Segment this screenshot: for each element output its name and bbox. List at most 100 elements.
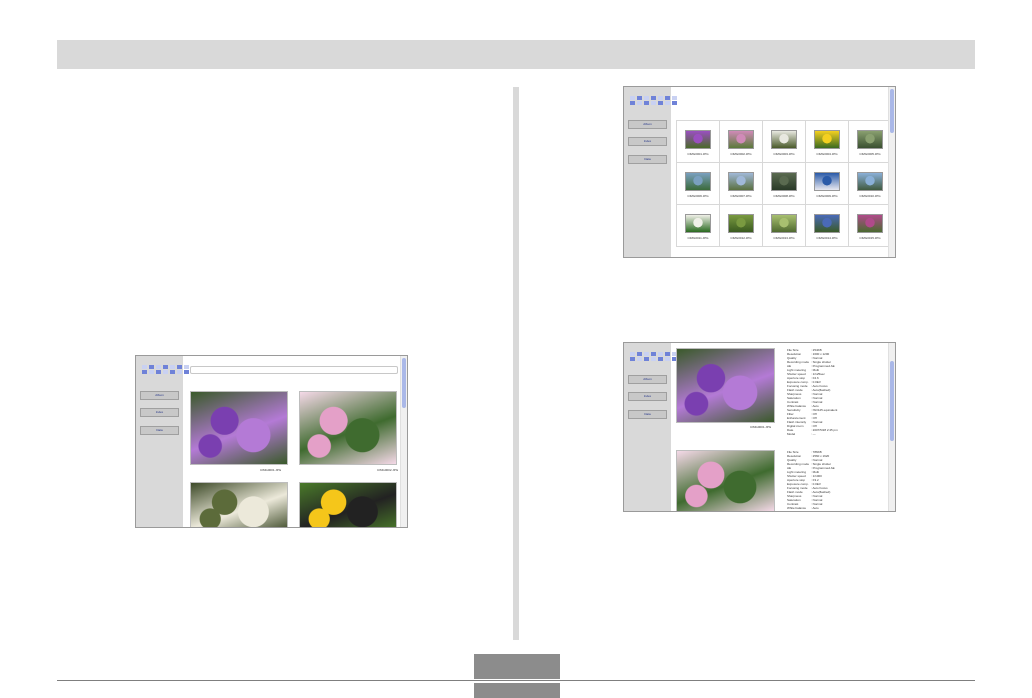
nav-album-button[interactable]: Album xyxy=(628,375,667,384)
photo[interactable] xyxy=(676,450,775,511)
thumbnail-image[interactable] xyxy=(771,172,797,191)
logo-square xyxy=(630,101,635,105)
photo[interactable] xyxy=(676,348,775,423)
logo-square xyxy=(644,352,649,356)
nav-album-button[interactable]: Album xyxy=(140,391,179,400)
thumbnail-cell[interactable]: CIMG0014.JPG xyxy=(806,205,849,247)
logo-square xyxy=(672,101,677,105)
thumbnail-image[interactable] xyxy=(814,130,840,149)
nav-index-button[interactable]: Index xyxy=(628,137,667,146)
photo[interactable] xyxy=(299,482,397,527)
thumbnail-image[interactable] xyxy=(728,130,754,149)
logo-square xyxy=(156,365,161,369)
metadata-value: : --- xyxy=(811,432,816,436)
logo-square xyxy=(658,357,663,361)
nav-data-button[interactable]: Data xyxy=(140,426,179,435)
photo-filename: CIMG0001.JPG xyxy=(260,468,282,472)
logo-square xyxy=(156,370,161,374)
logo-square xyxy=(665,357,670,361)
thumbnail-image[interactable] xyxy=(814,214,840,233)
thumbnail-filename: CIMG0006.JPG xyxy=(687,194,709,198)
thumbnail-cell[interactable]: CIMG0012.JPG xyxy=(720,205,763,247)
logo-square xyxy=(651,357,656,361)
thumbnail-cell[interactable]: CIMG0005.JPG xyxy=(849,121,892,163)
thumbnail-filename: CIMG0004.JPG xyxy=(816,152,838,156)
thumbnail-image[interactable] xyxy=(685,130,711,149)
thumbnail-image[interactable] xyxy=(771,130,797,149)
logo-square xyxy=(630,357,635,361)
thumbnail-filename: CIMG0001.JPG xyxy=(687,152,709,156)
logo-square xyxy=(149,365,154,369)
thumbnail-cell[interactable]: CIMG0013.JPG xyxy=(763,205,806,247)
thumbnail-cell[interactable]: CIMG0010.JPG xyxy=(849,163,892,205)
thumbnail-image[interactable] xyxy=(771,214,797,233)
nav-data-button[interactable]: Data xyxy=(628,155,667,164)
footer-rule xyxy=(57,680,975,681)
thumbnail-cell[interactable]: CIMG0011.JPG xyxy=(677,205,720,247)
thumbnail-cell[interactable]: CIMG0015.JPG xyxy=(849,205,892,247)
column-divider xyxy=(513,87,519,640)
scrollbar-thumb[interactable] xyxy=(890,361,894,441)
thumbnail-cell[interactable]: CIMG0007.JPG xyxy=(720,163,763,205)
photo[interactable] xyxy=(190,391,288,465)
thumbnail-image[interactable] xyxy=(728,172,754,191)
logo-square xyxy=(177,365,182,369)
thumbnail-filename: CIMG0010.JPG xyxy=(859,194,881,198)
thumbnail-cell[interactable]: CIMG0008.JPG xyxy=(763,163,806,205)
photo[interactable] xyxy=(190,482,288,527)
logo-square xyxy=(142,365,147,369)
logo-square xyxy=(170,370,175,374)
thumbnail-cell[interactable]: CIMG0006.JPG xyxy=(677,163,720,205)
thumbnail-image[interactable] xyxy=(857,130,883,149)
scrollbar-thumb[interactable] xyxy=(890,89,894,133)
thumbnail-filename: CIMG0007.JPG xyxy=(730,194,752,198)
thumbnail-image[interactable] xyxy=(857,214,883,233)
logo-square xyxy=(630,352,635,356)
nav-data-button[interactable]: Data xyxy=(628,410,667,419)
thumbnail-image[interactable] xyxy=(685,214,711,233)
album-view-screenshot: Album Index Data CIMG0001.JPG CIMG0002.J… xyxy=(135,355,408,528)
page-number-tab-lower xyxy=(474,683,560,698)
thumbnail-image[interactable] xyxy=(728,214,754,233)
thumbnail-cell[interactable]: CIMG0002.JPG xyxy=(720,121,763,163)
logo-square xyxy=(665,96,670,100)
logo-square xyxy=(177,370,182,374)
logo-square xyxy=(149,370,154,374)
nav-index-button[interactable]: Index xyxy=(628,392,667,401)
thumbnail-filename: CIMG0008.JPG xyxy=(773,194,795,198)
data-view-screenshot: Album Index Data CIMG0001.JPG File Size:… xyxy=(623,342,896,512)
thumbnail-filename: CIMG0002.JPG xyxy=(730,152,752,156)
scrollbar[interactable] xyxy=(400,356,407,527)
thumbnail-image[interactable] xyxy=(814,172,840,191)
nav-album-button[interactable]: Album xyxy=(628,120,667,129)
scrollbar[interactable] xyxy=(888,87,895,257)
thumbnail-filename: CIMG0003.JPG xyxy=(773,152,795,156)
logo-square xyxy=(142,370,147,374)
photo-metadata: File Size: 254KB Resolution: 1600 x 1200 Q… xyxy=(787,348,838,436)
sidebar: Album Index Data xyxy=(136,356,189,527)
logo-square xyxy=(637,352,642,356)
photo-filename: CIMG0001.JPG xyxy=(750,425,772,429)
thumbnail-filename: CIMG0013.JPG xyxy=(773,236,795,240)
logo-square xyxy=(637,357,642,361)
thumbnail-cell[interactable]: CIMG0001.JPG xyxy=(677,121,720,163)
thumbnail-image[interactable] xyxy=(857,172,883,191)
logo-square xyxy=(658,96,663,100)
logo-square xyxy=(651,352,656,356)
thumbnail-image[interactable] xyxy=(685,172,711,191)
thumbnail-cell[interactable]: CIMG0004.JPG xyxy=(806,121,849,163)
scrollbar-thumb[interactable] xyxy=(402,358,406,408)
thumbnail-cell[interactable]: CIMG0009.JPG xyxy=(806,163,849,205)
thumbnail-cell[interactable]: CIMG0003.JPG xyxy=(763,121,806,163)
sidebar: Album Index Data xyxy=(624,87,677,257)
logo-square xyxy=(651,101,656,105)
address-bar xyxy=(190,366,398,374)
scrollbar[interactable] xyxy=(888,343,895,511)
nav-index-button[interactable]: Index xyxy=(140,408,179,417)
metadata-key: Model xyxy=(787,432,796,436)
logo-square xyxy=(637,96,642,100)
logo-square xyxy=(170,365,175,369)
logo-square xyxy=(163,370,168,374)
logo-square xyxy=(665,352,670,356)
photo[interactable] xyxy=(299,391,397,465)
